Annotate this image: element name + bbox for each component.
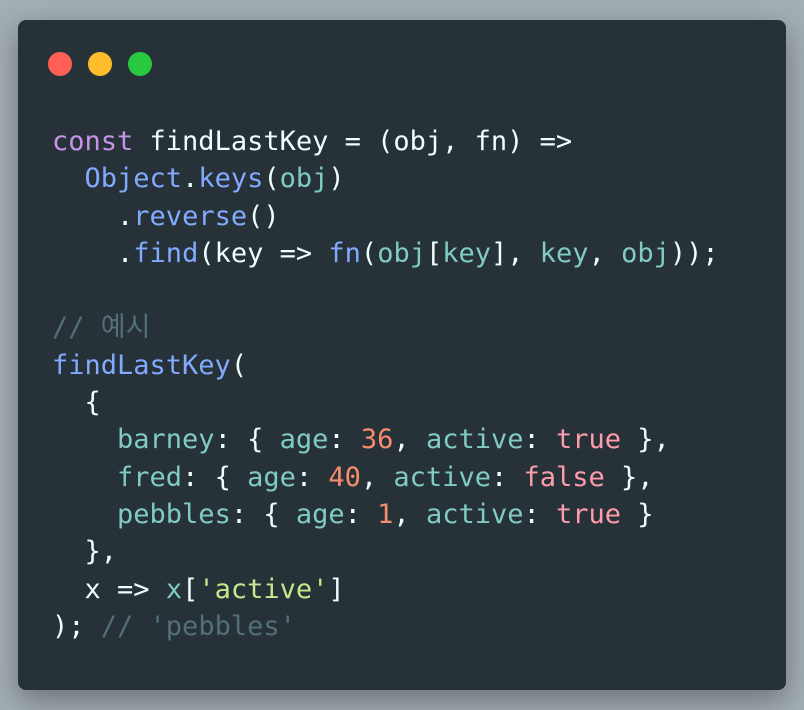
boolean: true — [556, 424, 622, 456]
code-line-13: x => x['active'] — [52, 571, 719, 608]
code-line-3: .reverse() — [52, 198, 719, 235]
punct: : { — [182, 461, 248, 493]
param-x: x — [84, 573, 101, 605]
var-obj: obj — [279, 163, 329, 195]
code-line-9: barney: { age: 36, active: true }, — [52, 421, 719, 458]
punct: . — [117, 200, 134, 232]
punct: { — [84, 387, 101, 419]
code-line-12: }, — [52, 533, 719, 570]
prop-age: age — [279, 424, 329, 456]
comment: // 예시 — [52, 312, 151, 344]
punct: : — [523, 424, 556, 456]
comment: // 'pebbles' — [100, 610, 296, 642]
prop-active: active — [425, 498, 524, 530]
boolean: false — [523, 461, 605, 493]
punct: }, — [84, 536, 118, 568]
code-line-2: Object.keys(obj) — [52, 160, 719, 197]
code-line-7: findLastKey( — [52, 347, 719, 384]
method-keys: keys — [198, 163, 264, 195]
call-fn: fn — [328, 237, 361, 269]
punct: )); — [669, 237, 719, 269]
punct: , — [393, 424, 426, 456]
number: 1 — [377, 498, 394, 530]
code-line-14: ); // 'pebbles' — [52, 608, 719, 645]
punct: ( — [263, 163, 280, 195]
prop-age: age — [295, 498, 345, 530]
punct: } — [621, 498, 654, 530]
punct: ], — [491, 237, 540, 269]
punct: , — [393, 498, 426, 530]
code-line-10: fred: { age: 40, active: false }, — [52, 459, 719, 496]
code-window: const findLastKey = (obj, fn) => Object.… — [18, 20, 786, 690]
code-line-4: .find(key => fn(obj[key], key, obj)); — [52, 235, 719, 272]
call-findlastkey: findLastKey — [52, 349, 231, 381]
code-line-1: const findLastKey = (obj, fn) => — [52, 123, 719, 160]
punct: ); — [52, 610, 85, 642]
class-object: Object — [84, 163, 183, 195]
code-line-11: pebbles: { age: 1, active: true } — [52, 496, 719, 533]
var-obj: obj — [621, 237, 670, 269]
punct: ( — [360, 237, 378, 269]
code-line-8: { — [52, 384, 719, 421]
punct: ] — [328, 573, 345, 605]
maximize-dot-icon[interactable] — [128, 52, 152, 76]
punct: [ — [182, 573, 199, 605]
punct: : — [344, 498, 378, 530]
method-reverse: reverse — [133, 200, 248, 232]
code-text: findLastKey = (obj, fn) => — [133, 126, 573, 157]
prop-active: active — [393, 461, 491, 493]
punct: ) — [328, 163, 345, 195]
prop-key: fred — [117, 461, 183, 493]
prop-age: age — [247, 461, 296, 493]
punct: }, — [604, 461, 654, 493]
arrow: => — [100, 573, 166, 605]
punct: : — [523, 498, 556, 530]
punct: . — [117, 237, 134, 269]
punct: : — [328, 424, 361, 456]
string: 'active' — [198, 573, 329, 605]
punct: : { — [214, 424, 280, 456]
method-find: find — [133, 237, 199, 269]
var-key: key — [539, 237, 589, 269]
boolean: true — [556, 498, 622, 530]
punct: , — [588, 237, 622, 269]
punct: , — [360, 461, 394, 493]
punct: [ — [425, 237, 443, 269]
code-line-6: // 예시 — [52, 309, 719, 346]
code-block: const findLastKey = (obj, fn) => Object.… — [52, 123, 719, 645]
number: 40 — [328, 461, 361, 493]
prop-key: barney — [117, 424, 215, 456]
punct: : — [295, 461, 329, 493]
punct: . — [182, 163, 199, 195]
close-dot-icon[interactable] — [48, 52, 72, 76]
prop-active: active — [425, 424, 524, 456]
punct: : — [490, 461, 524, 493]
var-obj: obj — [377, 237, 426, 269]
punct: ( — [230, 349, 248, 381]
punct: () — [247, 200, 280, 232]
punct: }, — [621, 424, 670, 456]
var-key: key — [442, 237, 492, 269]
punct: ( — [198, 237, 215, 269]
param-key: key — [214, 237, 264, 269]
punct: : { — [230, 498, 296, 530]
number: 36 — [360, 424, 394, 456]
prop-key: pebbles — [117, 498, 231, 530]
var-x: x — [165, 573, 183, 605]
minimize-dot-icon[interactable] — [88, 52, 112, 76]
arrow: => — [263, 237, 329, 269]
keyword-const: const — [52, 126, 134, 157]
